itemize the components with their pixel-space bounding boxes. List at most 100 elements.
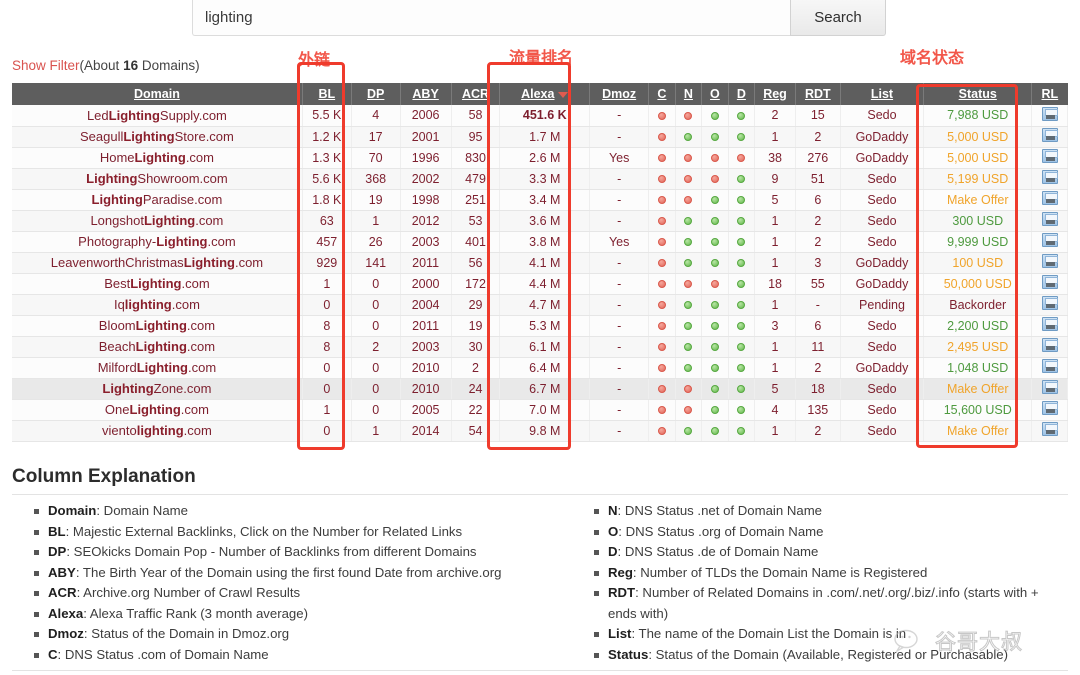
cell-rl[interactable] [1031,378,1068,400]
cell-status[interactable]: 5,199 USD [923,168,1033,190]
domain-link[interactable]: OneLighting.com [105,402,209,417]
cell-rl[interactable] [1031,231,1068,253]
domain-link[interactable]: BestLighting.com [104,276,209,291]
domain-link[interactable]: HomeLighting.com [100,150,214,165]
table-row[interactable]: Iqlighting.com 0 0 2004 29 4.7 M -1- Pending Bac… [12,294,1068,316]
table-row[interactable]: BeachLighting.com 8 2 2003 30 6.1 M -1 11 Sedo 2,… [12,336,1068,358]
related-links-icon[interactable] [1041,317,1058,331]
cell-domain[interactable]: LightingZone.com [12,378,303,400]
domain-link[interactable]: LongshotLighting.com [90,213,223,228]
domain-link[interactable]: SeagullLightingStore.com [80,129,234,144]
domain-link[interactable]: BeachLighting.com [99,339,215,354]
related-links-icon[interactable] [1041,106,1058,121]
related-links-icon[interactable] [1041,191,1058,205]
cell-domain[interactable]: Photography-Lighting.com [12,231,303,253]
related-links-icon[interactable] [1041,170,1058,184]
cell-domain[interactable]: LightingParadise.com [12,189,303,211]
cell-domain[interactable]: LightingShowroom.com [12,168,303,190]
cell-status[interactable]: 9,999 USD [923,231,1033,253]
related-links-icon[interactable] [1041,254,1058,268]
related-links-icon[interactable] [1041,380,1058,394]
table-row[interactable]: HomeLighting.com 1.3 K 70 1996 830 2.6 M Yes 38… [12,147,1068,169]
cell-status[interactable]: 7,988 USD [923,105,1033,127]
cell-status[interactable]: 5,000 USD [923,126,1033,148]
cell-status[interactable]: 300 USD [923,210,1033,232]
table-row[interactable]: SeagullLightingStore.com 1.2 K 17 2001 95 1.7… [12,126,1068,148]
column-header-bl[interactable]: BL [302,83,352,105]
column-header-list[interactable]: List [840,83,925,105]
cell-domain[interactable]: BeachLighting.com [12,336,303,358]
table-row[interactable]: LightingZone.com 0 0 2010 24 6.7 M -5 18 Sedo Mak… [12,378,1068,400]
table-row[interactable]: BloomLighting.com 8 0 2011 19 5.3 M - 3 6 Sedo 2,2… [12,315,1068,337]
related-links-icon[interactable] [1041,359,1058,373]
related-links-icon[interactable] [1041,128,1058,142]
cell-domain[interactable]: vientolighting.com [12,420,303,442]
cell-rl[interactable] [1031,315,1068,337]
cell-status[interactable]: Make Offer [923,378,1033,400]
table-row[interactable]: BestLighting.com 1 0 2000 172 4.4 M - 18 55 GoDad… [12,273,1068,295]
cell-domain[interactable]: LongshotLighting.com [12,210,303,232]
related-links-icon[interactable] [1041,422,1058,436]
related-links-icon[interactable] [1041,401,1058,415]
domain-link[interactable]: Iqlighting.com [114,297,200,312]
domain-link[interactable]: LeavenworthChristmasLighting.com [51,255,263,270]
cell-rl[interactable] [1031,357,1068,379]
cell-status[interactable]: Make Offer [923,189,1033,211]
domain-link[interactable]: MilfordLighting.com [98,360,216,375]
domain-link[interactable]: LightingZone.com [102,381,211,396]
column-header-n[interactable]: N [675,83,703,105]
search-input[interactable] [192,0,790,36]
table-row[interactable]: LightingParadise.com 1.8 K 19 1998 251 3.4 M-… [12,189,1068,211]
domain-link[interactable]: LightingShowroom.com [86,171,228,186]
column-header-status[interactable]: Status [923,83,1033,105]
column-header-dmoz[interactable]: Dmoz [589,83,650,105]
related-links-icon[interactable] [1041,233,1058,247]
domain-link[interactable]: LightingParadise.com [92,192,223,207]
cell-status[interactable]: 100 USD [923,252,1033,274]
column-header-rl[interactable]: RL [1031,83,1068,105]
cell-rl[interactable] [1031,189,1068,211]
domain-link[interactable]: vientolighting.com [102,423,212,438]
column-header-dp[interactable]: DP [351,83,401,105]
cell-domain[interactable]: BestLighting.com [12,273,303,295]
table-row[interactable]: LightingShowroom.com 5.6 K 368 2002 479 3.3 M… [12,168,1068,190]
cell-domain[interactable]: BloomLighting.com [12,315,303,337]
cell-rl[interactable] [1031,336,1068,358]
show-filter-link[interactable]: Show Filter [12,58,80,73]
cell-rl[interactable] [1031,273,1068,295]
cell-rl[interactable] [1031,399,1068,421]
column-header-acr[interactable]: ACR [451,83,501,105]
table-row[interactable]: OneLighting.com 1 0 2005 22 7.0 M - 4 135 Sedo 15,… [12,399,1068,421]
cell-rl[interactable] [1031,126,1068,148]
cell-rl[interactable] [1031,168,1068,190]
related-links-icon[interactable] [1041,296,1058,310]
column-header-d[interactable]: D [728,83,756,105]
column-header-rdt[interactable]: RDT [795,83,841,105]
domain-link[interactable]: BloomLighting.com [99,318,215,333]
cell-domain[interactable]: OneLighting.com [12,399,303,421]
cell-status[interactable]: 15,600 USD [923,399,1033,421]
related-links-icon[interactable] [1041,212,1058,226]
cell-status[interactable]: 2,495 USD [923,336,1033,358]
cell-status[interactable]: 5,000 USD [923,147,1033,169]
cell-status[interactable]: Backorder [923,294,1033,316]
cell-status[interactable]: 1,048 USD [923,357,1033,379]
column-header-aby[interactable]: ABY [400,83,452,105]
column-header-o[interactable]: O [701,83,729,105]
column-header-c[interactable]: C [648,83,676,105]
cell-rl[interactable] [1031,210,1068,232]
cell-status[interactable]: 50,000 USD [923,273,1033,295]
cell-status[interactable]: Make Offer [923,420,1033,442]
cell-status[interactable]: 2,200 USD [923,315,1033,337]
cell-domain[interactable]: LeavenworthChristmasLighting.com [12,252,303,274]
cell-domain[interactable]: HomeLighting.com [12,147,303,169]
table-row[interactable]: vientolighting.com 0 1 2014 54 9.8 M -1 2 Sedo Ma… [12,420,1068,442]
cell-domain[interactable]: MilfordLighting.com [12,357,303,379]
related-links-icon[interactable] [1041,338,1058,352]
cell-domain[interactable]: Iqlighting.com [12,294,303,316]
cell-rl[interactable] [1031,147,1068,169]
cell-rl[interactable] [1031,105,1068,127]
domain-link[interactable]: LedLightingSupply.com [87,108,227,123]
table-row[interactable]: MilfordLighting.com 0 0 2010 2 6.4 M -1 2 GoDadd… [12,357,1068,379]
table-row[interactable]: Photography-Lighting.com 457 26 2003 401 3.8 … [12,231,1068,253]
